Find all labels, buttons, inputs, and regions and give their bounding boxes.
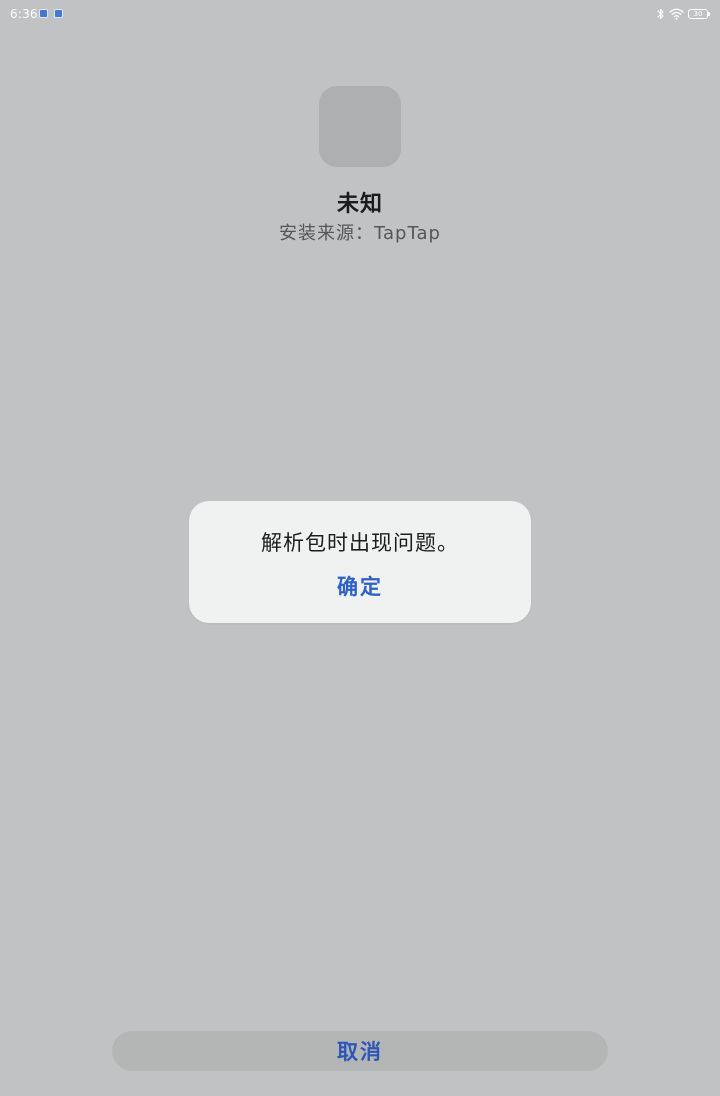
app-placeholder-icon bbox=[319, 86, 401, 167]
install-source: 安装来源：TapTap bbox=[279, 223, 441, 244]
battery-icon: 30 bbox=[688, 9, 710, 19]
status-system-icons: 30 bbox=[657, 6, 710, 22]
app-name: 未知 bbox=[336, 192, 383, 217]
status-bar: 6:36 30 bbox=[0, 0, 720, 28]
dialog-message: 解析包时出现问题。 bbox=[261, 531, 459, 555]
parse-error-dialog: 解析包时出现问题。 确定 bbox=[189, 501, 531, 623]
status-time: 6:36 bbox=[10, 7, 38, 21]
cancel-button[interactable]: 取消 bbox=[112, 1031, 608, 1071]
app-notification-icon bbox=[54, 9, 63, 18]
wifi-icon bbox=[669, 8, 684, 20]
battery-level: 30 bbox=[693, 9, 703, 18]
bluetooth-icon bbox=[657, 8, 665, 20]
app-notification-icon bbox=[39, 9, 48, 18]
confirm-button[interactable]: 确定 bbox=[327, 571, 393, 601]
